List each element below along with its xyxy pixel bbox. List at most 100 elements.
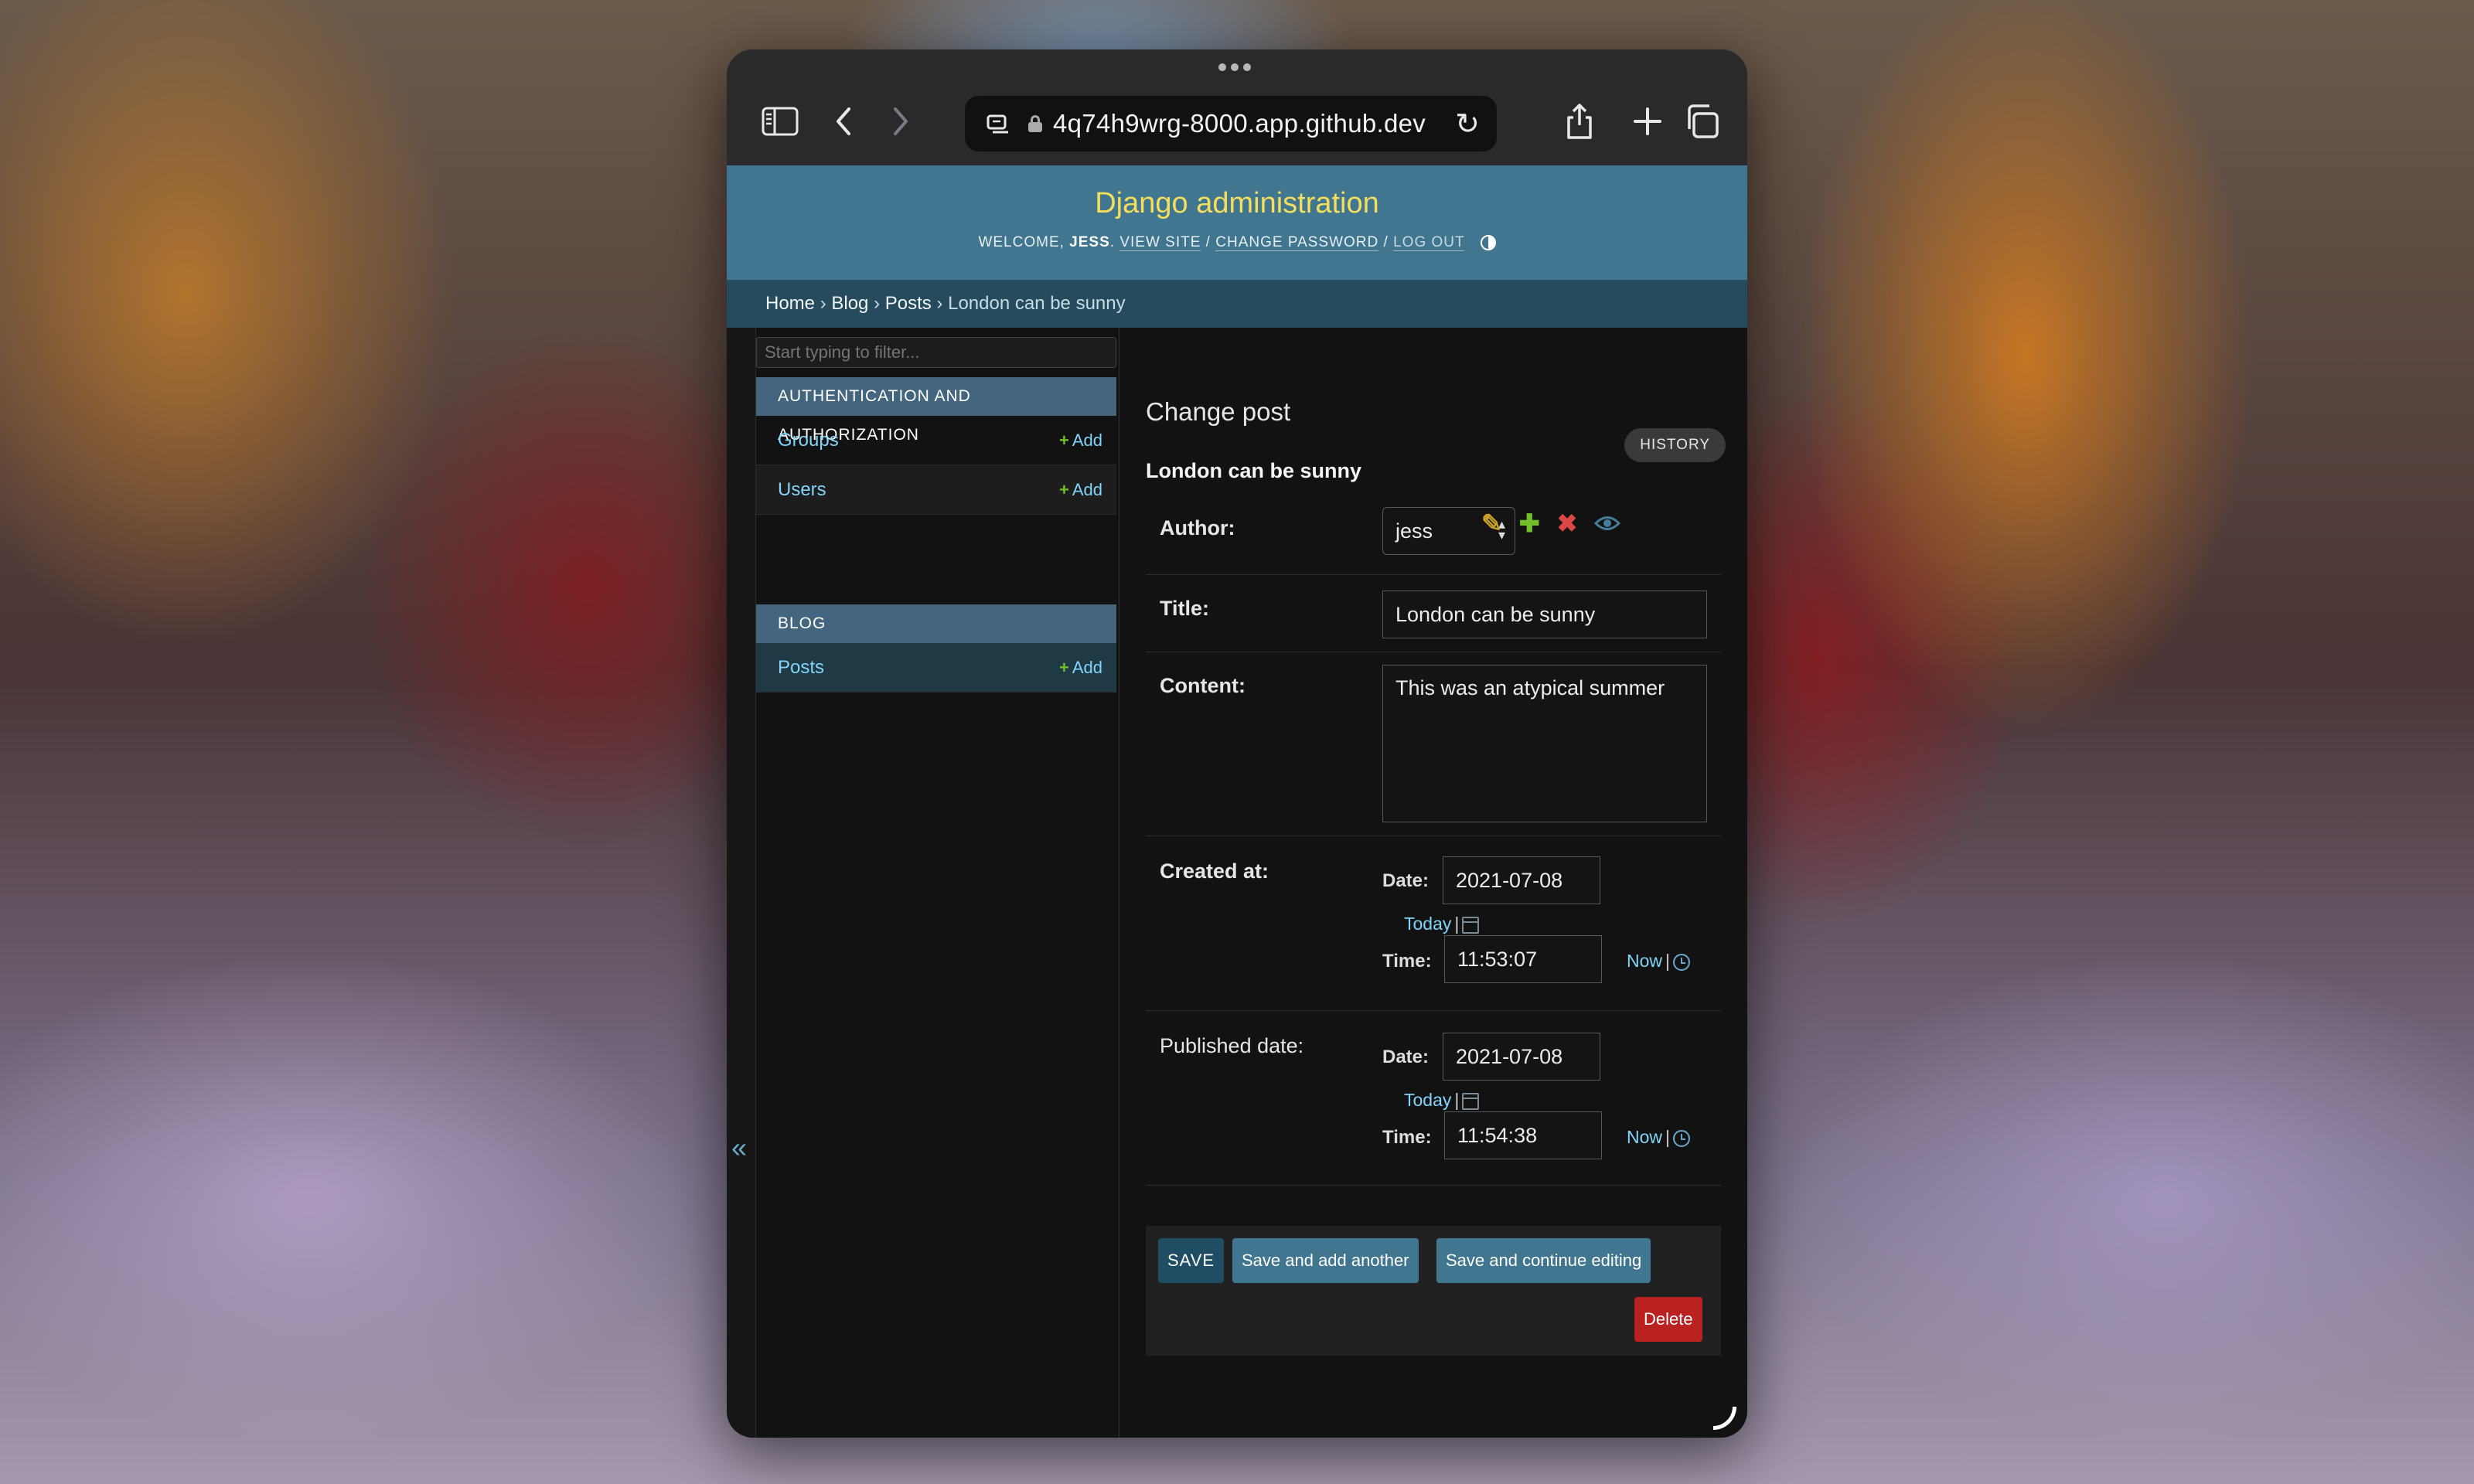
username: JESS [1069, 234, 1110, 250]
save-button[interactable]: SAVE [1158, 1238, 1225, 1283]
view-related-icon[interactable] [1594, 509, 1621, 538]
window-grabber[interactable] [1218, 63, 1256, 73]
object-title: London can be sunny [1146, 459, 1362, 482]
title-input[interactable]: London can be sunny [1382, 591, 1707, 638]
created-date-input[interactable]: 2021-07-08 [1443, 856, 1600, 904]
created-time-label: Time: [1382, 951, 1432, 972]
created-time-shortcuts: Now | [1627, 951, 1690, 972]
back-icon[interactable] [821, 99, 866, 144]
published-time-input[interactable]: 11:54:38 [1444, 1111, 1602, 1159]
collapse-sidebar-icon[interactable]: « [731, 1132, 747, 1164]
content-value: This was an atypical summer [1395, 676, 1665, 699]
add-related-icon[interactable]: ✚ [1519, 509, 1540, 538]
forward-icon[interactable] [878, 99, 923, 144]
published-date-sublabel: Date: [1382, 1047, 1430, 1067]
breadcrumb: Home › Blog › Posts › London can be sunn… [727, 280, 1747, 328]
author-value: jess [1395, 519, 1433, 543]
module-caption-auth[interactable]: AUTHENTICATION AND AUTHORIZATION [756, 377, 1116, 444]
sidebar-item-posts[interactable]: Posts + Add [756, 643, 1116, 693]
history-button[interactable]: HISTORY [1624, 428, 1726, 462]
tabs-overview-icon[interactable] [1679, 99, 1724, 144]
view-site-link[interactable]: VIEW SITE [1119, 234, 1201, 251]
resize-handle-icon[interactable] [1713, 1407, 1736, 1430]
share-icon[interactable] [1557, 99, 1602, 144]
django-header: Django administration WELCOME, JESS. VIE… [727, 165, 1747, 280]
breadcrumb-posts[interactable]: Posts [885, 293, 932, 314]
browser-window: 4q74h9wrg-8000.app.github.dev ↻ Django a… [727, 49, 1747, 1438]
today-link[interactable]: Today [1404, 914, 1451, 934]
lock-icon [1028, 115, 1042, 132]
sidebar-item-users[interactable]: Users + Add [756, 465, 1116, 515]
content-label: Content: [1160, 674, 1246, 697]
nav-filter-input[interactable] [756, 337, 1116, 368]
published-date-value: 2021-07-08 [1456, 1045, 1563, 1068]
submit-row: SAVE Save and add another Save and conti… [1146, 1226, 1721, 1356]
sidebar-icon[interactable] [758, 99, 803, 144]
breadcrumb-home[interactable]: Home [765, 293, 815, 314]
field-row-author: Author: jess ▴ ▾ ✎ ✚ ✖ [1146, 498, 1721, 575]
created-date-shortcuts: Today | [1404, 914, 1480, 934]
add-label: Add [1072, 658, 1102, 677]
add-label: Add [1072, 480, 1102, 499]
site-title[interactable]: Django administration [727, 165, 1747, 220]
log-out-link[interactable]: LOG OUT [1393, 234, 1465, 251]
sidebar-item-groups[interactable]: Groups + Add [756, 416, 1116, 465]
add-label: Add [1072, 431, 1102, 450]
tab-group-icon[interactable] [987, 113, 1010, 134]
save-and-continue-button[interactable]: Save and continue editing [1436, 1238, 1651, 1283]
address-bar[interactable]: 4q74h9wrg-8000.app.github.dev ↻ [965, 96, 1497, 151]
clock-icon[interactable] [1673, 953, 1690, 971]
plus-icon[interactable] [1625, 99, 1670, 144]
published-date-input[interactable]: 2021-07-08 [1443, 1033, 1600, 1081]
url-text: 4q74h9wrg-8000.app.github.dev [1053, 109, 1426, 138]
plus-icon: + [1058, 658, 1069, 677]
theme-toggle-icon[interactable] [1480, 234, 1496, 250]
save-and-add-another-button[interactable]: Save and add another [1232, 1238, 1419, 1283]
published-date-shortcuts: Today | [1404, 1090, 1480, 1111]
created-date-label: Date: [1382, 870, 1430, 891]
published-time-value: 11:54:38 [1457, 1124, 1538, 1147]
page-title: Change post [1146, 397, 1291, 426]
content-textarea[interactable]: This was an atypical summer [1382, 665, 1707, 822]
calendar-icon[interactable] [1462, 1092, 1480, 1110]
pencil-icon[interactable]: ✎ [1481, 509, 1502, 538]
change-password-link[interactable]: CHANGE PASSWORD [1215, 234, 1379, 251]
sidebar-collapse-strip[interactable]: « [727, 328, 756, 1438]
created-time-input[interactable]: 11:53:07 [1444, 935, 1602, 983]
breadcrumb-blog[interactable]: Blog [831, 293, 868, 314]
today-link[interactable]: Today [1404, 1090, 1451, 1110]
user-tools: WELCOME, JESS. VIEW SITE / CHANGE PASSWO… [727, 234, 1747, 251]
plus-icon: + [1058, 480, 1069, 499]
sidebar-item-label[interactable]: Groups [778, 430, 839, 451]
reload-icon[interactable]: ↻ [1455, 107, 1480, 141]
delete-button[interactable]: Delete [1634, 1297, 1702, 1342]
author-label: Author: [1160, 516, 1235, 539]
plus-icon: + [1058, 431, 1069, 450]
add-posts-link[interactable]: + Add [1059, 643, 1102, 693]
field-row-title: Title: London can be sunny [1146, 575, 1721, 652]
browser-toolbar: 4q74h9wrg-8000.app.github.dev ↻ [727, 49, 1747, 165]
published-date-label: Published date: [1160, 1034, 1304, 1057]
related-widget-actions: ✎ ✚ ✖ [1481, 509, 1621, 538]
clock-icon[interactable] [1673, 1129, 1690, 1147]
field-row-content: Content: This was an atypical summer [1146, 652, 1721, 836]
breadcrumb-current: London can be sunny [948, 293, 1126, 314]
created-time-value: 11:53:07 [1457, 948, 1538, 971]
now-link[interactable]: Now [1627, 951, 1662, 971]
nav-sidebar: AUTHENTICATION AND AUTHORIZATION Groups … [756, 328, 1119, 1438]
add-groups-link[interactable]: + Add [1059, 416, 1102, 465]
published-time-shortcuts: Now | [1627, 1127, 1690, 1148]
calendar-icon[interactable] [1462, 916, 1480, 934]
sidebar-item-label[interactable]: Posts [778, 657, 824, 678]
field-row-created-at: Created at: Date: 2021-07-08 Today | Time… [1146, 836, 1721, 1011]
sidebar-item-label[interactable]: Users [778, 479, 826, 500]
created-date-value: 2021-07-08 [1456, 869, 1563, 892]
add-users-link[interactable]: + Add [1059, 465, 1102, 515]
delete-related-icon[interactable]: ✖ [1557, 509, 1578, 538]
welcome-text: WELCOME, [978, 234, 1065, 250]
published-time-label: Time: [1382, 1127, 1432, 1148]
title-value: London can be sunny [1395, 603, 1596, 626]
now-link[interactable]: Now [1627, 1127, 1662, 1147]
module-caption-blog[interactable]: BLOG [756, 604, 1116, 643]
created-at-label: Created at: [1160, 859, 1269, 883]
